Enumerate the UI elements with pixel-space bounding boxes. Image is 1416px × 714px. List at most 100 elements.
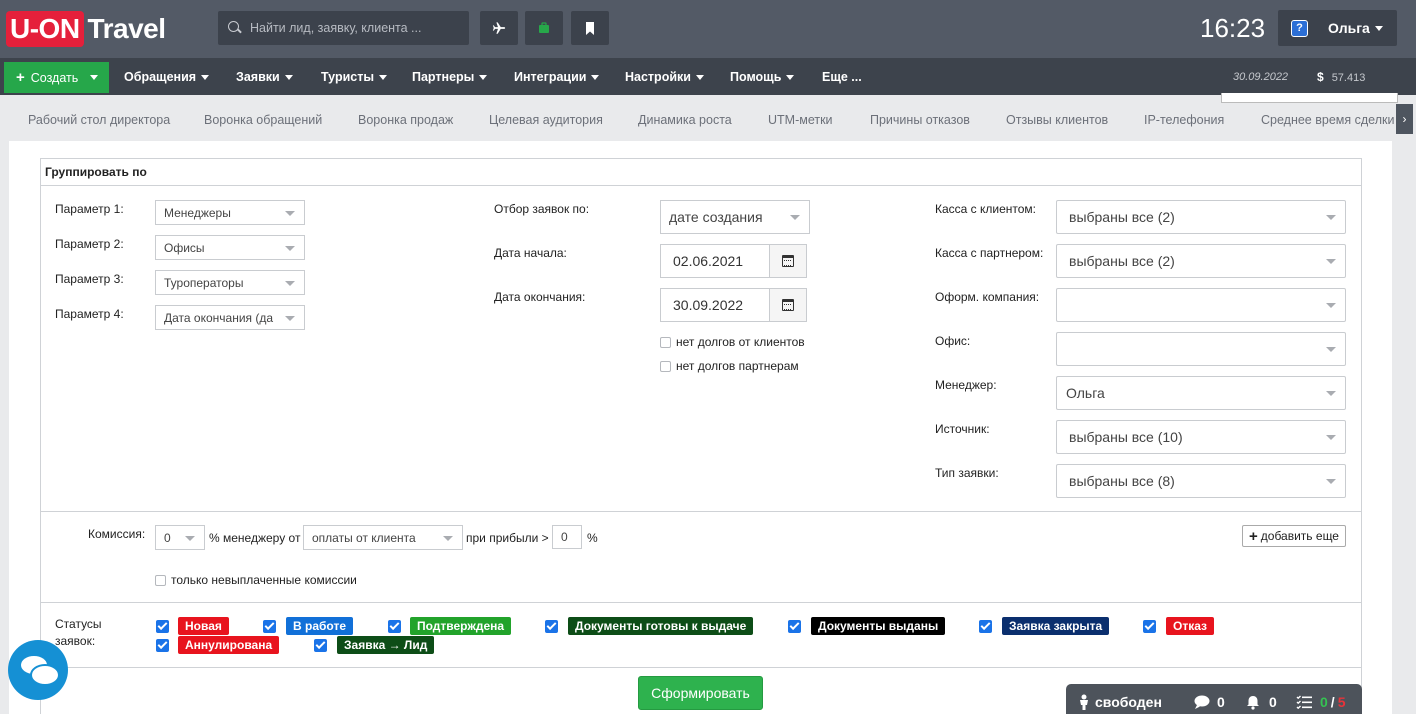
divider bbox=[40, 511, 1362, 512]
tab-reviews[interactable]: Отзывы клиентов bbox=[1006, 113, 1108, 127]
start-date-field[interactable]: 02.06.2021 bbox=[660, 244, 807, 278]
client-cash-select[interactable]: выбраны все (2) bbox=[1056, 200, 1346, 234]
notifications-counter[interactable]: 0 bbox=[1246, 694, 1277, 710]
commission-text-3: % bbox=[587, 531, 598, 545]
chevron-down-icon bbox=[1326, 391, 1336, 396]
tab-target-audience[interactable]: Целевая аудитория bbox=[489, 113, 603, 127]
tab-director-desktop[interactable]: Рабочий стол директора bbox=[28, 113, 170, 127]
tasks-counter[interactable]: 0 / 5 bbox=[1296, 694, 1345, 710]
tab-ip-telephony[interactable]: IP-телефония bbox=[1144, 113, 1224, 127]
tab-requests-funnel[interactable]: Воронка обращений bbox=[204, 113, 322, 127]
menu-settings[interactable]: Настройки bbox=[625, 58, 704, 95]
status-checkbox-cancelled[interactable] bbox=[156, 639, 169, 652]
company-select[interactable] bbox=[1056, 288, 1346, 322]
tab-utm[interactable]: UTM-метки bbox=[768, 113, 833, 127]
logo[interactable]: U-ON Travel bbox=[6, 11, 166, 47]
source-select[interactable]: выбраны все (10) bbox=[1056, 420, 1346, 454]
statuses-label-1: Статусы bbox=[55, 617, 102, 631]
flights-button[interactable] bbox=[480, 11, 518, 45]
source-value: выбраны все (10) bbox=[1069, 429, 1183, 445]
chevron-down-icon bbox=[285, 315, 295, 321]
messages-counter[interactable]: 0 bbox=[1194, 694, 1225, 710]
chevron-down-icon bbox=[285, 210, 295, 216]
no-client-debts-checkbox[interactable]: нет долгов от клиентов bbox=[660, 335, 805, 349]
order-type-select[interactable]: выбраны все (8) bbox=[1056, 464, 1346, 498]
chevron-down-icon bbox=[443, 535, 453, 541]
start-date-value[interactable]: 02.06.2021 bbox=[661, 245, 769, 277]
menu-orders[interactable]: Заявки bbox=[236, 58, 293, 95]
end-date-field[interactable]: 30.09.2022 bbox=[660, 288, 807, 322]
status-checkbox-refusal[interactable] bbox=[1143, 620, 1156, 633]
tab-refusal-reasons[interactable]: Причины отказов bbox=[870, 113, 970, 127]
param-2-select[interactable]: Офисы bbox=[155, 235, 305, 260]
bookmarks-button[interactable] bbox=[571, 11, 609, 45]
checkbox[interactable] bbox=[660, 360, 671, 372]
tasks-total-count: 5 bbox=[1337, 694, 1346, 710]
search-box[interactable] bbox=[218, 11, 469, 45]
status-checkbox-in-progress[interactable] bbox=[263, 620, 276, 633]
menu-label: Интеграции bbox=[514, 70, 587, 84]
menu-requests[interactable]: Обращения bbox=[124, 58, 210, 95]
profit-input[interactable]: 0 bbox=[552, 525, 582, 549]
chat-icon[interactable] bbox=[8, 640, 68, 700]
status-checkbox-to-lead[interactable] bbox=[314, 639, 327, 652]
status-checkbox-confirmed[interactable] bbox=[388, 620, 401, 633]
status-badge-in-progress: В работе bbox=[286, 617, 353, 635]
report-tabs: Рабочий стол директора Воронка обращений… bbox=[0, 106, 1416, 136]
currency-icon: $ bbox=[1317, 70, 1324, 84]
user-menu[interactable]: ? Ольга bbox=[1278, 10, 1397, 46]
commission-source-select[interactable]: оплаты от клиента bbox=[303, 525, 463, 550]
tab-growth[interactable]: Динамика роста bbox=[638, 113, 732, 127]
tab-avg-deal-time[interactable]: Среднее время сделки bbox=[1261, 113, 1394, 127]
search-input[interactable] bbox=[250, 21, 460, 35]
current-date: 30.09.2022 bbox=[1233, 71, 1289, 83]
tab-sales-funnel[interactable]: Воронка продаж bbox=[358, 113, 453, 127]
select-by-select[interactable]: дате создания bbox=[660, 200, 810, 234]
menu-help[interactable]: Помощь bbox=[730, 58, 795, 95]
availability-status[interactable]: свободен bbox=[1078, 694, 1162, 710]
end-date-label: Дата окончания: bbox=[494, 290, 586, 304]
tabs-scroll-right[interactable]: › bbox=[1396, 104, 1413, 134]
status-checkbox-docs-issued[interactable] bbox=[788, 620, 801, 633]
status-badge-docs-issued: Документы выданы bbox=[811, 617, 946, 635]
menu-tourists[interactable]: Туристы bbox=[321, 58, 388, 95]
param-1-select[interactable]: Менеджеры bbox=[155, 200, 305, 225]
end-date-value[interactable]: 30.09.2022 bbox=[661, 289, 769, 321]
order-type-value: выбраны все (8) bbox=[1069, 473, 1175, 489]
logo-text: Travel bbox=[87, 13, 166, 44]
checkbox[interactable] bbox=[155, 574, 166, 586]
commission-percent-select[interactable]: 0 bbox=[155, 525, 205, 550]
menu-label: Помощь bbox=[730, 70, 782, 84]
menu-more[interactable]: Еще ... bbox=[822, 58, 862, 95]
suitcase-icon bbox=[539, 22, 549, 33]
status-checkbox-docs-ready[interactable] bbox=[545, 620, 558, 633]
param-3-select[interactable]: Туроператоры bbox=[155, 270, 305, 295]
unpaid-only-checkbox[interactable]: только невыплаченные комиссии bbox=[155, 573, 357, 587]
status-checkbox-closed[interactable] bbox=[979, 620, 992, 633]
checkbox[interactable] bbox=[660, 336, 671, 348]
balance[interactable]: $57.413 bbox=[1317, 58, 1365, 95]
chevron-down-icon bbox=[1326, 435, 1336, 440]
generate-report-button[interactable]: Сформировать bbox=[638, 676, 763, 710]
add-more-button[interactable]: + добавить еще bbox=[1242, 525, 1346, 547]
tasks-separator: / bbox=[1330, 694, 1335, 710]
clock: 16:23 bbox=[1200, 13, 1266, 43]
divider bbox=[40, 602, 1362, 603]
manager-select[interactable]: Ольга bbox=[1056, 376, 1346, 410]
select-by-value: дате создания bbox=[669, 209, 763, 225]
order-type-label: Тип заявки: bbox=[935, 466, 999, 480]
tours-button[interactable] bbox=[525, 11, 563, 45]
status-checkbox-new[interactable] bbox=[156, 620, 169, 633]
menu-partners[interactable]: Партнеры bbox=[412, 58, 488, 95]
start-date-picker[interactable] bbox=[769, 245, 806, 277]
top-bar: U-ON Travel 16:23 ? Ольга bbox=[0, 0, 1416, 58]
office-select[interactable] bbox=[1056, 332, 1346, 366]
end-date-picker[interactable] bbox=[769, 289, 806, 321]
create-button[interactable]: + Создать bbox=[4, 62, 109, 93]
help-icon[interactable]: ? bbox=[1291, 19, 1308, 37]
no-partner-debts-checkbox[interactable]: нет долгов партнерам bbox=[660, 359, 799, 373]
menu-integrations[interactable]: Интеграции bbox=[514, 58, 600, 95]
partner-cash-select[interactable]: выбраны все (2) bbox=[1056, 244, 1346, 278]
commission-text-1: % менеджеру от bbox=[209, 531, 301, 545]
param-4-select[interactable]: Дата окончания (да bbox=[155, 305, 305, 330]
